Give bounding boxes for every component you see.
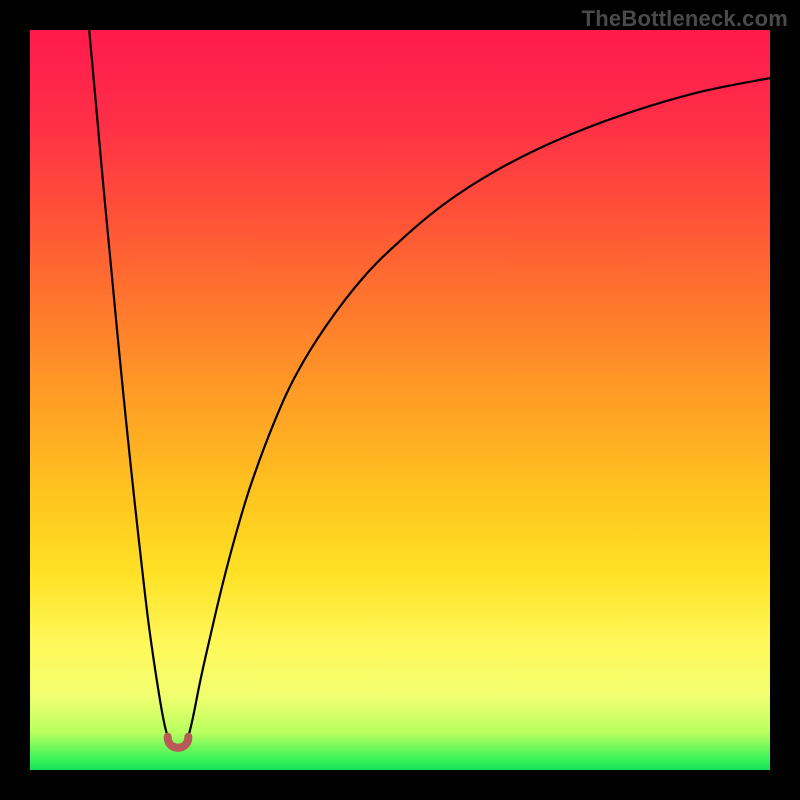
watermark-text: TheBottleneck.com (582, 6, 788, 32)
plot-area (30, 30, 770, 770)
gradient-background (30, 30, 770, 770)
chart-container: TheBottleneck.com (0, 0, 800, 800)
plot-svg (30, 30, 770, 770)
